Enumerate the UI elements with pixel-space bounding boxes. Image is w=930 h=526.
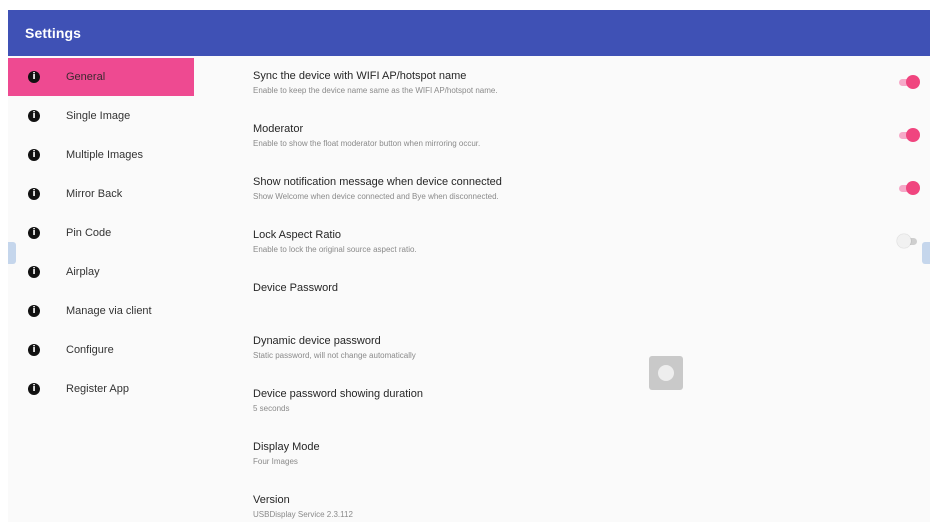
connect-notification-toggle[interactable] bbox=[897, 181, 920, 195]
sidebar-item-pin-code[interactable]: i Pin Code bbox=[8, 213, 194, 252]
setting-subtitle: Four Images bbox=[253, 457, 298, 466]
sidebar: i General i Single Image i Multiple Imag… bbox=[8, 58, 194, 408]
setting-title: Version bbox=[253, 494, 290, 506]
sidebar-item-label: Pin Code bbox=[66, 226, 112, 239]
info-icon: i bbox=[28, 304, 40, 317]
info-icon: i bbox=[28, 265, 40, 278]
setting-password-duration[interactable]: Device password showing duration 5 secon… bbox=[253, 376, 923, 429]
setting-title: Sync the device with WIFI AP/hotspot nam… bbox=[253, 70, 467, 82]
info-icon: i bbox=[28, 187, 40, 200]
circle-icon bbox=[658, 365, 674, 381]
setting-title: Device Password bbox=[253, 282, 338, 294]
right-edge-handle[interactable] bbox=[922, 242, 930, 264]
settings-screen: Settings i General i Single Image i Mult… bbox=[8, 10, 930, 522]
setting-lock-aspect-ratio[interactable]: Lock Aspect Ratio Enable to lock the ori… bbox=[253, 217, 923, 270]
setting-title: Moderator bbox=[253, 123, 304, 135]
setting-connect-notification[interactable]: Show notification message when device co… bbox=[253, 164, 923, 217]
setting-display-mode[interactable]: Display Mode Four Images bbox=[253, 429, 923, 482]
sidebar-item-configure[interactable]: i Configure bbox=[8, 330, 194, 369]
setting-title: Device password showing duration bbox=[253, 388, 423, 400]
setting-subtitle: USBDisplay Service 2.3.112 bbox=[253, 510, 353, 519]
app-bar: Settings bbox=[8, 10, 930, 56]
setting-device-password[interactable]: Device Password bbox=[253, 270, 923, 323]
sidebar-item-register-app[interactable]: i Register App bbox=[8, 369, 194, 408]
lock-aspect-ratio-toggle[interactable] bbox=[897, 234, 919, 248]
setting-title: Lock Aspect Ratio bbox=[253, 229, 342, 241]
setting-moderator[interactable]: Moderator Enable to show the float moder… bbox=[253, 111, 923, 164]
setting-dynamic-device-password[interactable]: Dynamic device password Static password,… bbox=[253, 323, 923, 376]
setting-subtitle: Static password, will not change automat… bbox=[253, 351, 416, 360]
moderator-toggle[interactable] bbox=[897, 128, 920, 142]
sidebar-item-general[interactable]: i General bbox=[8, 58, 194, 96]
sidebar-item-label: Configure bbox=[66, 343, 114, 356]
sidebar-item-label: Manage via client bbox=[66, 304, 152, 317]
sidebar-item-label: Single Image bbox=[66, 109, 131, 122]
info-icon: i bbox=[28, 343, 40, 356]
sidebar-item-label: Mirror Back bbox=[66, 187, 123, 200]
float-moderator-button[interactable] bbox=[649, 356, 683, 390]
info-icon: i bbox=[28, 148, 40, 161]
sidebar-item-multiple-images[interactable]: i Multiple Images bbox=[8, 135, 194, 174]
sidebar-item-mirror-back[interactable]: i Mirror Back bbox=[8, 174, 194, 213]
info-icon: i bbox=[28, 71, 40, 83]
setting-title: Show notification message when device co… bbox=[253, 176, 502, 188]
sidebar-item-label: Airplay bbox=[66, 265, 100, 278]
setting-subtitle: Enable to show the float moderator butto… bbox=[253, 139, 481, 148]
setting-sync-wifi-name[interactable]: Sync the device with WIFI AP/hotspot nam… bbox=[253, 58, 923, 111]
info-icon: i bbox=[28, 109, 40, 122]
setting-subtitle: Enable to lock the original source aspec… bbox=[253, 245, 417, 254]
setting-title: Dynamic device password bbox=[253, 335, 381, 347]
setting-title: Display Mode bbox=[253, 441, 320, 453]
page-title: Settings bbox=[25, 25, 82, 41]
setting-subtitle: Show Welcome when device connected and B… bbox=[253, 192, 499, 201]
sidebar-item-manage-via-client[interactable]: i Manage via client bbox=[8, 291, 194, 330]
sidebar-item-airplay[interactable]: i Airplay bbox=[8, 252, 194, 291]
settings-list: Sync the device with WIFI AP/hotspot nam… bbox=[253, 58, 923, 522]
left-edge-handle[interactable] bbox=[8, 242, 16, 264]
info-icon: i bbox=[28, 226, 40, 239]
setting-subtitle: Enable to keep the device name same as t… bbox=[253, 86, 498, 95]
sidebar-item-label: Multiple Images bbox=[66, 148, 144, 161]
setting-version: Version USBDisplay Service 2.3.112 bbox=[253, 482, 923, 522]
info-icon: i bbox=[28, 382, 40, 395]
setting-subtitle: 5 seconds bbox=[253, 404, 290, 413]
sidebar-item-label: Register App bbox=[66, 382, 129, 395]
sidebar-item-label: General bbox=[66, 71, 106, 83]
sync-wifi-name-toggle[interactable] bbox=[897, 75, 920, 89]
sidebar-item-single-image[interactable]: i Single Image bbox=[8, 96, 194, 135]
